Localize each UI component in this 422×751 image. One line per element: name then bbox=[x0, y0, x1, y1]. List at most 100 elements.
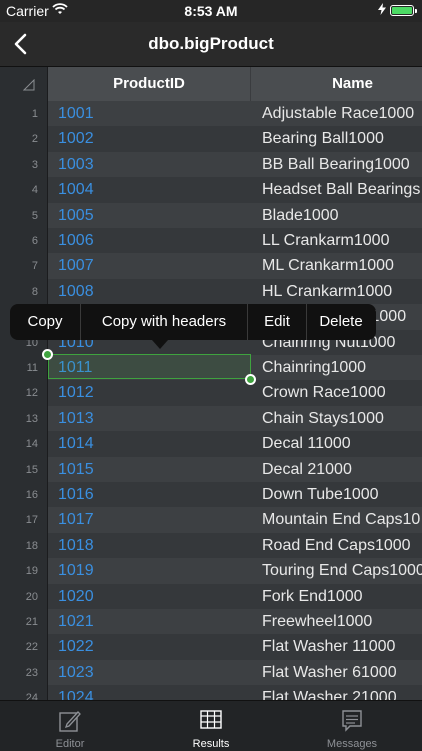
copy-with-headers-menu-item[interactable]: Copy with headers bbox=[81, 304, 247, 340]
name-cell[interactable]: HL Crankarm1000 bbox=[262, 283, 392, 301]
table-row[interactable]: 18 1018 Road End Caps1000 bbox=[0, 532, 422, 559]
table-row[interactable]: 6 1006 LL Crankarm1000 bbox=[0, 228, 422, 254]
delete-menu-item[interactable]: Delete bbox=[307, 304, 375, 340]
productid-cell[interactable]: 1003 bbox=[58, 156, 94, 174]
row-number: 18 bbox=[25, 539, 38, 552]
table-row[interactable]: 23 1023 Flat Washer 61000 bbox=[0, 659, 422, 686]
productid-cell[interactable]: 1016 bbox=[58, 486, 94, 504]
name-cell[interactable]: Flat Washer 61000 bbox=[262, 664, 397, 682]
table-row[interactable]: 13 1013 Chain Stays1000 bbox=[0, 405, 422, 432]
name-cell[interactable]: Chain Stays1000 bbox=[262, 410, 384, 428]
productid-cell[interactable]: 1002 bbox=[58, 130, 94, 148]
productid-cell[interactable]: 1013 bbox=[58, 410, 94, 428]
selection-handle-start[interactable] bbox=[42, 349, 53, 360]
name-cell[interactable]: Bearing Ball1000 bbox=[262, 130, 384, 148]
table-row[interactable]: 4 1004 Headset Ball Bearings bbox=[0, 177, 422, 203]
productid-cell[interactable]: 1012 bbox=[58, 384, 94, 402]
select-all-corner[interactable] bbox=[0, 67, 48, 101]
row-number: 2 bbox=[31, 133, 38, 146]
navigation-bar: dbo.bigProduct bbox=[0, 22, 422, 67]
name-cell[interactable]: BB Ball Bearing1000 bbox=[262, 156, 410, 174]
table-row[interactable]: 7 1007 ML Crankarm1000 bbox=[0, 253, 422, 279]
row-number: 24 bbox=[25, 692, 38, 700]
table-grid-icon bbox=[200, 710, 222, 729]
name-cell[interactable]: Blade1000 bbox=[262, 207, 339, 225]
table-row[interactable]: 20 1020 Fork End1000 bbox=[0, 583, 422, 609]
productid-cell[interactable]: 1024 bbox=[58, 689, 94, 700]
name-cell[interactable]: Freewheel1000 bbox=[262, 613, 372, 631]
table-row[interactable]: 3 1003 BB Ball Bearing1000 bbox=[0, 151, 422, 178]
productid-cell[interactable]: 1014 bbox=[58, 435, 94, 453]
row-number: 12 bbox=[25, 387, 38, 400]
table-row[interactable]: 17 1017 Mountain End Caps10 bbox=[0, 507, 422, 533]
row-number: 13 bbox=[25, 412, 38, 425]
column-header-productid[interactable]: ProductID bbox=[48, 67, 251, 101]
row-number: 4 bbox=[31, 184, 38, 197]
name-cell[interactable]: LL Crankarm1000 bbox=[262, 232, 389, 250]
row-background bbox=[48, 202, 422, 228]
productid-cell[interactable]: 1021 bbox=[58, 613, 94, 631]
row-background bbox=[48, 431, 422, 457]
table-row[interactable]: 21 1021 Freewheel1000 bbox=[0, 609, 422, 635]
productid-cell[interactable]: 1020 bbox=[58, 588, 94, 606]
productid-cell[interactable]: 1007 bbox=[58, 257, 94, 275]
name-cell[interactable]: Fork End1000 bbox=[262, 588, 363, 606]
row-number: 3 bbox=[31, 158, 38, 171]
table-row[interactable]: 5 1005 Blade1000 bbox=[0, 202, 422, 228]
name-cell[interactable]: Touring End Caps1000 bbox=[262, 562, 422, 580]
messages-icon bbox=[342, 710, 362, 732]
status-time: 8:53 AM bbox=[184, 3, 238, 19]
corner-triangle-icon bbox=[23, 79, 35, 91]
table-row[interactable]: 1 1001 Adjustable Race1000 bbox=[0, 101, 422, 127]
productid-cell[interactable]: 1008 bbox=[58, 283, 94, 301]
productid-cell[interactable]: 1019 bbox=[58, 562, 94, 580]
productid-cell[interactable]: 1004 bbox=[58, 181, 94, 199]
productid-cell[interactable]: 1006 bbox=[58, 232, 94, 250]
name-cell[interactable]: Decal 21000 bbox=[262, 461, 352, 479]
productid-cell[interactable]: 1001 bbox=[58, 105, 94, 123]
name-cell[interactable]: Chainring1000 bbox=[262, 359, 366, 377]
row-number: 16 bbox=[25, 489, 38, 501]
table-row[interactable]: 24 1024 Flat Washer 21000 bbox=[0, 685, 422, 700]
tab-bar: Editor Results Messages bbox=[0, 700, 422, 751]
table-row[interactable]: 8 1008 HL Crankarm1000 bbox=[0, 278, 422, 305]
name-cell[interactable]: Flat Washer 11000 bbox=[262, 638, 395, 656]
tab-editor[interactable]: Editor bbox=[0, 701, 140, 751]
editor-icon bbox=[59, 711, 81, 732]
name-cell[interactable]: Mountain End Caps10 bbox=[262, 511, 420, 529]
productid-cell[interactable]: 1022 bbox=[58, 638, 94, 656]
name-cell[interactable]: Decal 11000 bbox=[262, 435, 351, 453]
name-cell[interactable]: Road End Caps1000 bbox=[262, 537, 411, 555]
status-bar: Carrier 8:53 AM bbox=[0, 0, 422, 22]
selected-cell[interactable] bbox=[48, 354, 251, 379]
grid-header-row: ProductID Name bbox=[0, 67, 422, 101]
table-row[interactable]: 19 1019 Touring End Caps1000 bbox=[0, 558, 422, 584]
table-row[interactable]: 22 1022 Flat Washer 11000 bbox=[0, 634, 422, 660]
table-row[interactable]: 16 1016 Down Tube1000 bbox=[0, 482, 422, 508]
name-cell[interactable]: Flat Washer 21000 bbox=[262, 689, 397, 700]
productid-cell[interactable]: 1017 bbox=[58, 511, 94, 529]
tab-results-label: Results bbox=[192, 738, 230, 750]
edit-menu-item[interactable]: Edit bbox=[248, 304, 306, 340]
productid-cell[interactable]: 1018 bbox=[58, 537, 94, 555]
name-cell[interactable]: Headset Ball Bearings bbox=[262, 181, 420, 199]
table-row[interactable]: 2 1002 Bearing Ball1000 bbox=[0, 126, 422, 152]
productid-cell[interactable]: 1015 bbox=[58, 461, 94, 479]
table-row[interactable]: 14 1014 Decal 11000 bbox=[0, 431, 422, 457]
row-background bbox=[48, 456, 422, 482]
name-cell[interactable]: Adjustable Race1000 bbox=[262, 105, 414, 123]
name-cell[interactable]: Down Tube1000 bbox=[262, 486, 379, 504]
table-row[interactable]: 12 1012 Crown Race1000 bbox=[0, 380, 422, 406]
name-cell[interactable]: Crown Race1000 bbox=[262, 384, 386, 402]
copy-menu-item[interactable]: Copy bbox=[10, 304, 80, 340]
name-cell[interactable]: ML Crankarm1000 bbox=[262, 257, 394, 275]
row-number: 21 bbox=[25, 616, 38, 628]
tab-messages[interactable]: Messages bbox=[282, 701, 422, 751]
tab-results[interactable]: Results bbox=[141, 701, 281, 751]
row-background bbox=[48, 583, 422, 609]
productid-cell[interactable]: 1023 bbox=[58, 664, 94, 682]
productid-cell[interactable]: 1005 bbox=[58, 207, 94, 225]
table-row[interactable]: 15 1015 Decal 21000 bbox=[0, 456, 422, 482]
column-header-name[interactable]: Name bbox=[251, 67, 422, 101]
selection-handle-end[interactable] bbox=[245, 374, 256, 385]
